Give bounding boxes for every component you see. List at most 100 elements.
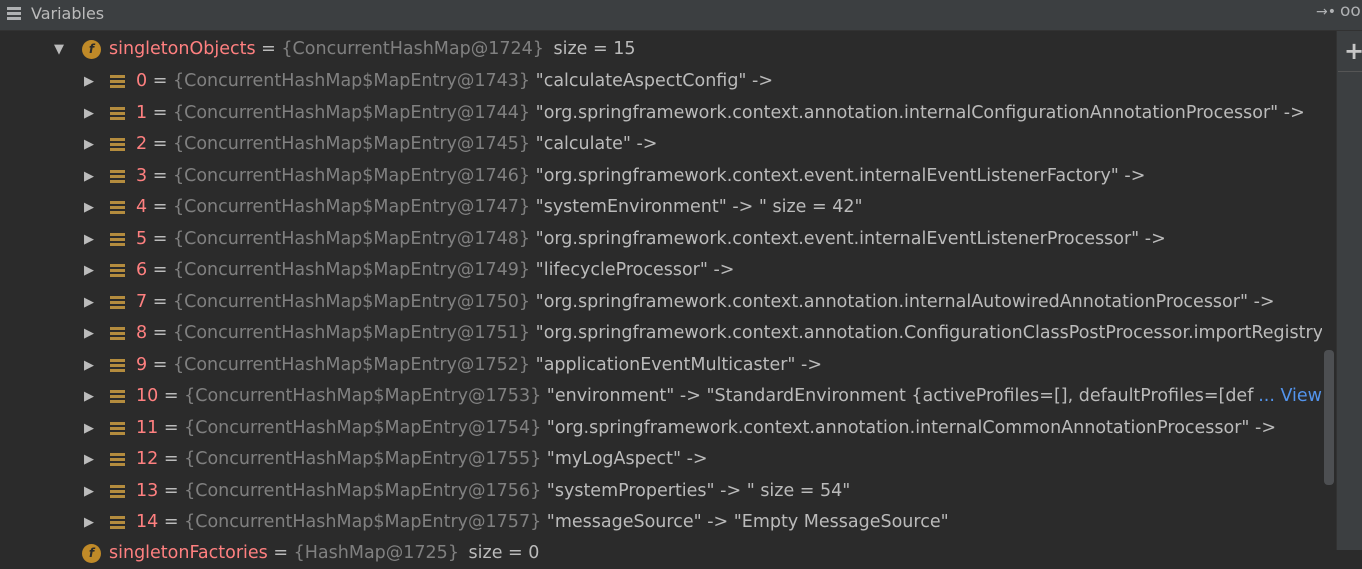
expand-right-icon[interactable]: ▶ <box>84 350 94 381</box>
glasses-icon[interactable]: oo <box>1340 1 1361 21</box>
entry-value: "calculateAspectConfig" -> <box>535 71 774 91</box>
equals-sign: = <box>152 354 168 375</box>
tree-row-entry[interactable]: ▶ 10 = {ConcurrentHashMap$MapEntry@1753} … <box>0 381 1322 412</box>
object-reference: {ConcurrentHashMap$MapEntry@1752} <box>172 354 531 375</box>
entry-value: "environment" -> "StandardEnvironment {a… <box>546 386 1316 406</box>
entry-index: 13 <box>136 480 159 501</box>
entry-value: "org.springframework.context.event.inter… <box>535 165 1146 186</box>
map-entry-icon <box>110 106 125 121</box>
equals-sign: = <box>163 386 179 406</box>
field-icon: f <box>82 544 101 563</box>
tree-row-entry[interactable]: ▶ 5 = {ConcurrentHashMap$MapEntry@1748} "… <box>0 224 1322 255</box>
expand-right-icon[interactable]: ▶ <box>84 287 94 318</box>
equals-sign: = <box>273 543 289 563</box>
entry-value: "systemEnvironment" -> " size = 42" <box>535 197 863 217</box>
entry-index: 14 <box>136 512 159 532</box>
expand-right-icon[interactable]: ▶ <box>84 476 94 507</box>
expand-right-icon[interactable]: ▶ <box>84 98 94 129</box>
expand-right-icon[interactable]: ▶ <box>84 192 94 223</box>
restore-layout-icon[interactable]: →• <box>1316 4 1336 20</box>
tree-row-entry[interactable]: ▶ 4 = {ConcurrentHashMap$MapEntry@1747} "… <box>0 192 1322 223</box>
equals-sign: = <box>152 228 168 249</box>
equals-sign: = <box>163 480 179 501</box>
entry-value: "messageSource" -> "Empty MessageSource" <box>546 512 949 532</box>
map-entry-icon <box>110 201 125 215</box>
tree-row-entry[interactable]: ▶ 11 = {ConcurrentHashMap$MapEntry@1754} … <box>0 413 1322 444</box>
entry-value: "org.springframework.context.annotation.… <box>535 102 1305 123</box>
object-reference: {ConcurrentHashMap$MapEntry@1753} <box>184 386 542 406</box>
entry-index: 4 <box>136 197 148 217</box>
map-entry-icon <box>110 264 125 278</box>
map-entry-icon <box>110 421 125 436</box>
expand-right-icon[interactable]: ▶ <box>84 129 94 160</box>
expand-right-icon[interactable]: ▶ <box>84 507 94 538</box>
expand-right-icon[interactable]: ▶ <box>84 318 94 349</box>
expand-right-icon[interactable]: ▶ <box>84 224 94 255</box>
object-reference: {ConcurrentHashMap$MapEntry@1747} <box>172 197 531 217</box>
object-reference: {ConcurrentHashMap$MapEntry@1745} <box>172 134 531 154</box>
entry-value: "lifecycleProcessor" -> <box>535 260 735 280</box>
expand-right-icon[interactable]: ▶ <box>84 381 94 412</box>
object-reference: {ConcurrentHashMap$MapEntry@1748} <box>172 228 531 249</box>
panel-title: Variables <box>31 4 105 23</box>
equals-sign: = <box>152 71 168 91</box>
expand-down-icon[interactable]: ▼ <box>54 34 64 65</box>
tree-row-root[interactable]: ▼ f singletonObjects = {ConcurrentHashMa… <box>0 34 1322 65</box>
entry-value: "applicationEventMulticaster" -> <box>535 354 823 375</box>
tree-row-entry[interactable]: ▶ 14 = {ConcurrentHashMap$MapEntry@1757} … <box>0 507 1322 538</box>
equals-sign: = <box>163 512 179 532</box>
tree-row-next-root[interactable]: f singletonFactories = {HashMap@1725} si… <box>0 538 1322 569</box>
tree-row-entry[interactable]: ▶ 9 = {ConcurrentHashMap$MapEntry@1752} "… <box>0 350 1322 381</box>
expand-right-icon[interactable]: ▶ <box>84 161 94 192</box>
object-reference: {ConcurrentHashMap$MapEntry@1751} <box>172 323 531 343</box>
entry-value: "systemProperties" -> " size = 54" <box>546 480 851 501</box>
variable-name: singletonObjects <box>109 39 256 59</box>
entry-index: 0 <box>136 71 148 91</box>
size-value: size = 0 <box>468 543 540 563</box>
expand-right-icon[interactable]: ▶ <box>84 444 94 475</box>
entry-value: "org.springframework.context.annotation.… <box>535 291 1275 312</box>
entry-value: "calculate" -> <box>535 134 658 154</box>
entry-index: 1 <box>136 102 148 123</box>
toolbar-divider <box>1338 71 1362 72</box>
view-link[interactable]: ... View <box>1254 381 1322 412</box>
tree-row-entry[interactable]: ▶ 7 = {ConcurrentHashMap$MapEntry@1750} "… <box>0 287 1322 318</box>
equals-sign: = <box>261 39 276 59</box>
tree-row-entry[interactable]: ▶ 1 = {ConcurrentHashMap$MapEntry@1744} "… <box>0 98 1322 129</box>
equals-sign: = <box>163 417 179 438</box>
hamburger-icon[interactable] <box>7 7 21 21</box>
expand-right-icon[interactable]: ▶ <box>84 413 94 444</box>
map-entry-icon <box>110 390 125 404</box>
variables-toolbar <box>1336 31 1362 550</box>
expand-right-icon[interactable]: ▶ <box>84 255 94 286</box>
size-value: size = 15 <box>553 39 636 59</box>
map-entry-icon <box>110 232 125 247</box>
tree-row-entry[interactable]: ▶ 2 = {ConcurrentHashMap$MapEntry@1745} "… <box>0 129 1322 160</box>
entry-index: 5 <box>136 228 148 249</box>
object-reference: {ConcurrentHashMap$MapEntry@1749} <box>172 260 531 280</box>
map-entry-icon <box>110 138 125 152</box>
plus-icon[interactable]: + <box>1344 36 1362 66</box>
entry-index: 2 <box>136 134 148 154</box>
tree-row-entry[interactable]: ▶ 13 = {ConcurrentHashMap$MapEntry@1756} … <box>0 476 1322 507</box>
entry-index: 3 <box>136 165 148 186</box>
tree-row-entry[interactable]: ▶ 0 = {ConcurrentHashMap$MapEntry@1743} "… <box>0 66 1322 97</box>
entry-value: "org.springframework.context.annotation.… <box>535 323 1322 343</box>
tree-row-entry[interactable]: ▶ 8 = {ConcurrentHashMap$MapEntry@1751} "… <box>0 318 1322 349</box>
expand-right-icon[interactable]: ▶ <box>84 66 94 97</box>
object-reference: {ConcurrentHashMap$MapEntry@1750} <box>172 291 531 312</box>
object-reference: {HashMap@1725} <box>293 543 459 563</box>
object-reference: {ConcurrentHashMap$MapEntry@1754} <box>184 417 542 438</box>
tree-row-entry[interactable]: ▶ 6 = {ConcurrentHashMap$MapEntry@1749} "… <box>0 255 1322 286</box>
equals-sign: = <box>152 323 168 343</box>
tree-row-entry[interactable]: ▶ 12 = {ConcurrentHashMap$MapEntry@1755} … <box>0 444 1322 475</box>
entry-value: "org.springframework.context.event.inter… <box>535 228 1166 249</box>
entry-index: 6 <box>136 260 148 280</box>
entry-index: 8 <box>136 323 148 343</box>
object-reference: {ConcurrentHashMap$MapEntry@1755} <box>184 449 542 469</box>
object-reference: {ConcurrentHashMap$MapEntry@1743} <box>172 71 531 91</box>
entry-index: 10 <box>136 386 159 406</box>
scrollbar-thumb[interactable] <box>1324 350 1334 485</box>
tree-row-entry[interactable]: ▶ 3 = {ConcurrentHashMap$MapEntry@1746} "… <box>0 161 1322 192</box>
equals-sign: = <box>152 291 168 312</box>
